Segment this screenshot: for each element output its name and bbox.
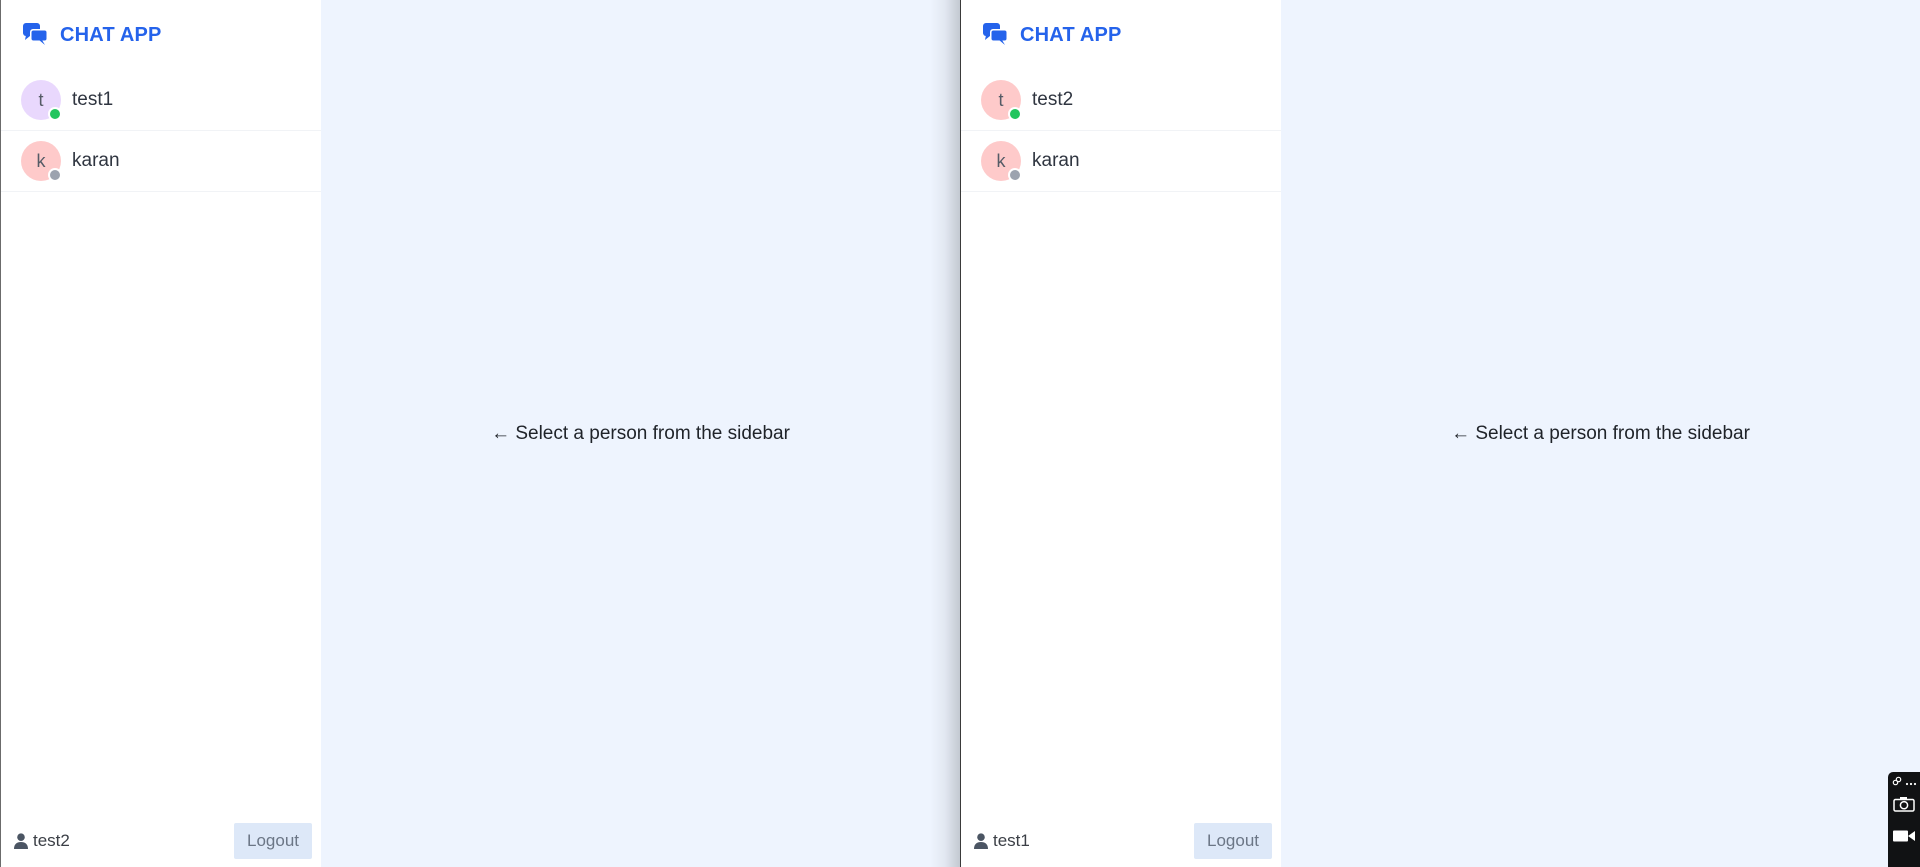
online-status-dot <box>1008 107 1022 121</box>
user-icon <box>974 833 988 849</box>
camera-icon[interactable] <box>1889 788 1919 820</box>
avatar: k <box>981 141 1022 182</box>
chat-window-left: CHAT APP t test1 k karan test2 Logout ← … <box>0 0 960 867</box>
logout-button[interactable]: Logout <box>1194 823 1272 859</box>
offline-status-dot <box>48 168 62 182</box>
floating-capture-toolbar <box>1888 772 1920 867</box>
sidebar: CHAT APP t test1 k karan test2 Logout <box>1 0 321 867</box>
chat-window-right: CHAT APP t test2 k karan test1 Logout ← … <box>960 0 1920 867</box>
current-user: test1 <box>974 831 1030 851</box>
contact-item-karan[interactable]: k karan <box>961 131 1281 192</box>
avatar-initial: t <box>998 89 1004 110</box>
screen: CHAT APP t test1 k karan test2 Logout ← … <box>0 0 1920 867</box>
avatar: t <box>981 80 1022 121</box>
avatar: k <box>21 141 62 182</box>
current-user: test2 <box>14 831 70 851</box>
current-user-name: test1 <box>993 831 1030 850</box>
main-area: ← Select a person from the sidebar <box>1281 0 1920 867</box>
sidebar-footer: test1 Logout <box>961 815 1281 867</box>
sidebar-footer: test2 Logout <box>1 815 321 867</box>
empty-state-message: ← Select a person from the sidebar <box>491 422 790 444</box>
contact-name: karan <box>72 150 120 171</box>
contact-item-test2[interactable]: t test2 <box>961 70 1281 131</box>
avatar-initial: k <box>36 150 46 171</box>
brand: CHAT APP <box>1 0 321 70</box>
avatar: t <box>21 80 62 121</box>
offline-status-dot <box>1008 168 1022 182</box>
empty-state-message: ← Select a person from the sidebar <box>1451 422 1750 444</box>
contact-name: test2 <box>1032 89 1074 110</box>
contact-list: t test1 k karan <box>1 70 321 192</box>
toolbar-header <box>1892 776 1917 788</box>
logout-button[interactable]: Logout <box>234 823 312 859</box>
contact-item-test1[interactable]: t test1 <box>1 70 321 131</box>
sidebar: CHAT APP t test2 k karan test1 Logout <box>961 0 1281 867</box>
current-user-name: test2 <box>33 831 70 850</box>
chat-bubbles-icon <box>22 21 50 49</box>
user-icon <box>14 833 28 849</box>
online-status-dot <box>48 107 62 121</box>
main-area: ← Select a person from the sidebar <box>321 0 960 867</box>
video-camera-icon[interactable] <box>1889 820 1919 852</box>
avatar-initial: k <box>996 150 1006 171</box>
brand: CHAT APP <box>961 0 1281 70</box>
brand-title: CHAT APP <box>1020 23 1122 46</box>
brand-title: CHAT APP <box>60 23 162 46</box>
contact-name: karan <box>1032 150 1080 171</box>
contact-name: test1 <box>72 89 114 110</box>
avatar-initial: t <box>38 89 44 110</box>
contact-list: t test2 k karan <box>961 70 1281 192</box>
chat-bubbles-icon <box>982 21 1010 49</box>
contact-item-karan[interactable]: k karan <box>1 131 321 192</box>
